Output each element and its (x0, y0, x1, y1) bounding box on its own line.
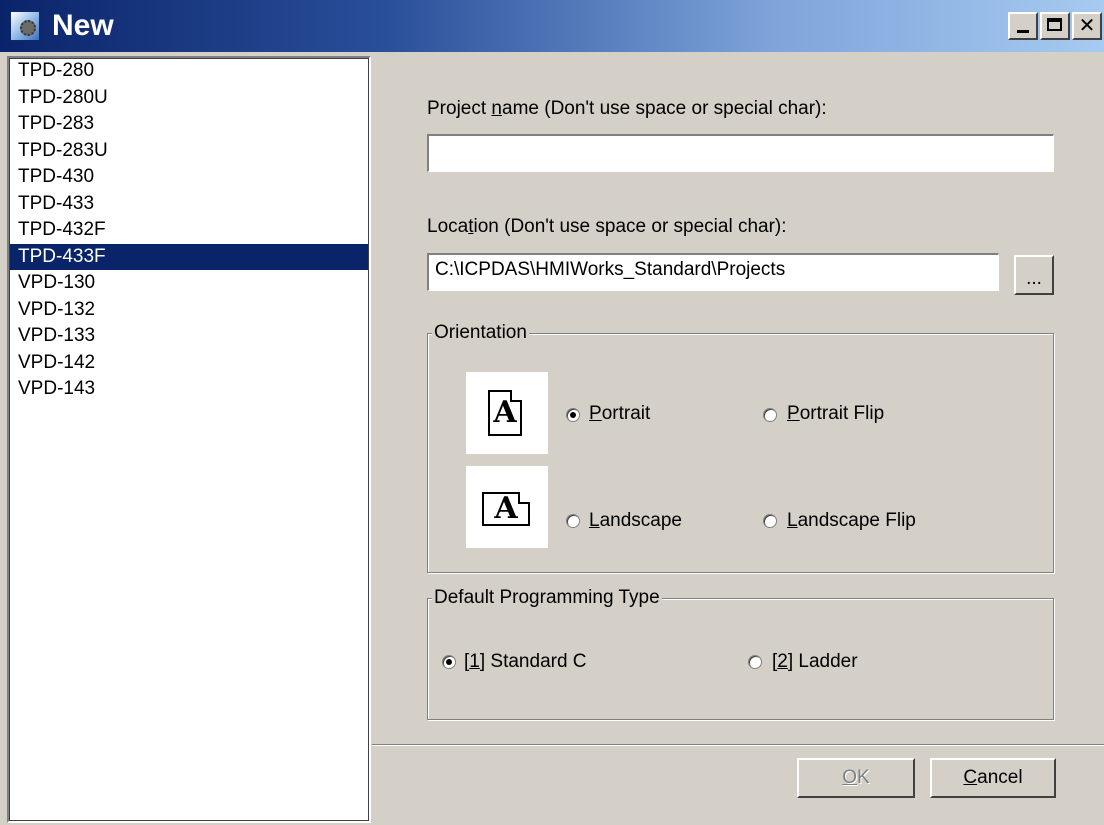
list-item[interactable]: VPD-132 (9, 297, 369, 324)
portrait-label[interactable]: Portrait (589, 403, 650, 425)
landscape-label[interactable]: Landscape (589, 510, 682, 532)
orientation-group-title: Orientation (432, 322, 529, 344)
portrait-flip-label[interactable]: Portrait Flip (787, 403, 884, 425)
cancel-button[interactable]: Cancel (930, 758, 1056, 798)
list-item[interactable]: VPD-143 (9, 376, 369, 403)
landscape-preview: A (466, 466, 548, 548)
portrait-flip-radio[interactable] (763, 408, 777, 422)
browse-button[interactable]: ... (1014, 255, 1054, 295)
maximize-icon (1047, 18, 1062, 31)
close-button[interactable]: ✕ (1072, 12, 1102, 40)
list-item[interactable]: TPD-280U (9, 85, 369, 112)
minimize-icon (1017, 30, 1029, 33)
portrait-radio[interactable] (566, 408, 580, 422)
portrait-preview: A (466, 372, 548, 454)
footer-separator (372, 744, 1104, 746)
project-name-label: Project name (Don't use space or special… (427, 98, 827, 119)
close-icon: ✕ (1078, 13, 1096, 37)
landscape-flip-radio[interactable] (763, 514, 777, 528)
project-settings-panel: Project name (Don't use space or special… (372, 52, 1104, 825)
orientation-group: Orientation A A Portrait Portrait Flip L… (427, 322, 1054, 573)
device-list[interactable]: TPD-280 TPD-280U TPD-283 TPD-283U TPD-430 TPD… (7, 56, 371, 823)
portrait-document-icon: A (488, 390, 522, 436)
landscape-document-icon: A (482, 492, 530, 526)
ok-button[interactable]: OK (797, 758, 915, 798)
programming-type-group-title: Default Programming Type (432, 587, 662, 609)
title-bar[interactable]: New ✕ (0, 0, 1104, 52)
landscape-radio[interactable] (566, 514, 580, 528)
ladder-label[interactable]: [2] Ladder (772, 651, 858, 673)
list-item[interactable]: VPD-133 (9, 323, 369, 350)
location-label: Location (Don't use space or special cha… (427, 216, 787, 237)
list-item[interactable]: TPD-283 (9, 111, 369, 138)
maximize-button[interactable] (1040, 12, 1070, 40)
list-item[interactable]: VPD-130 (9, 270, 369, 297)
programming-type-group: Default Programming Type [1] Standard C … (427, 587, 1054, 720)
app-icon (10, 11, 40, 41)
list-item[interactable]: TPD-283U (9, 138, 369, 165)
list-item[interactable]: TPD-433 (9, 191, 369, 218)
landscape-flip-label[interactable]: Landscape Flip (787, 510, 916, 532)
standard-c-radio[interactable] (442, 655, 456, 669)
location-input[interactable]: C:\ICPDAS\HMIWorks_Standard\Projects (427, 253, 999, 291)
list-item-selected[interactable]: TPD-433F (9, 243, 369, 270)
minimize-button[interactable] (1008, 12, 1038, 40)
ladder-radio[interactable] (748, 655, 762, 669)
list-item[interactable]: TPD-280 (9, 58, 369, 85)
list-item[interactable]: TPD-430 (9, 164, 369, 191)
window-title: New (52, 9, 114, 42)
project-name-input[interactable] (427, 134, 1054, 172)
list-item[interactable]: TPD-432F (9, 217, 369, 244)
standard-c-label[interactable]: [1] Standard C (464, 651, 587, 673)
list-item[interactable]: VPD-142 (9, 350, 369, 377)
